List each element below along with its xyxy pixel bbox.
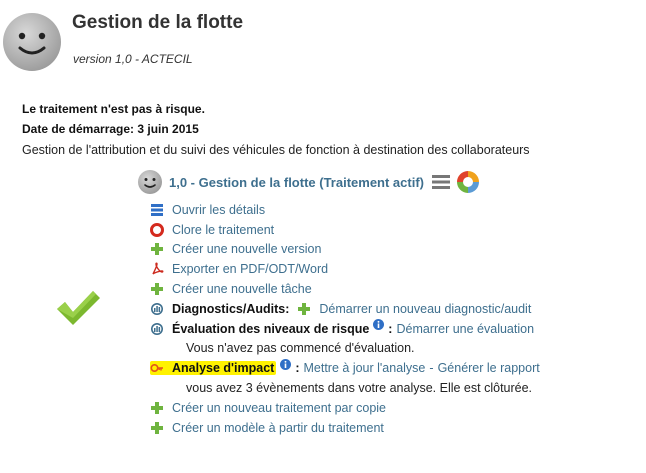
plus-icon: [151, 283, 163, 296]
colon-separator: :: [388, 321, 393, 336]
plus-icon: [151, 243, 163, 256]
plus-icon: [151, 401, 163, 414]
gauge-icon: [151, 322, 163, 335]
action-new-task[interactable]: Créer une nouvelle tâche: [150, 279, 540, 299]
colon-separator: :: [295, 361, 300, 376]
risk-evaluation-label: Évaluation des niveaux de risque: [172, 321, 370, 336]
pdf-icon: [152, 262, 164, 275]
treatment-description: Gestion de l'attribution et du suivi des…: [22, 143, 530, 157]
plus-icon: [298, 302, 311, 315]
list-icon: [151, 203, 163, 216]
impact-analysis-label: Analyse d'impact: [172, 361, 275, 376]
export-link[interactable]: Exporter en PDF/ODT/Word: [172, 262, 328, 276]
info-icon[interactable]: [373, 319, 385, 331]
generate-report-link[interactable]: Générer le rapport: [438, 361, 540, 375]
key-icon: [150, 364, 163, 373]
new-model-link[interactable]: Créer un modèle à partir du traitement: [172, 421, 384, 435]
version-text: version 1,0 - ACTECIL: [73, 52, 193, 66]
plus-icon: [151, 421, 163, 434]
dash-separator: -: [429, 361, 434, 376]
smiley-face-icon: [138, 170, 162, 194]
open-details-link[interactable]: Ouvrir les détails: [172, 203, 265, 217]
new-version-link[interactable]: Créer une nouvelle version: [172, 242, 321, 256]
close-circle-icon: [150, 222, 164, 237]
action-new-version[interactable]: Créer une nouvelle version: [150, 240, 540, 260]
color-ring-icon[interactable]: [456, 170, 480, 194]
treatment-header: 1,0 - Gestion de la flotte (Traitement a…: [137, 167, 480, 197]
hamburger-menu-icon[interactable]: [432, 174, 450, 190]
check-mark-icon: [57, 291, 100, 325]
impact-analysis-status: vous avez 3 évènements dans votre analys…: [186, 381, 533, 396]
risk-evaluation-row: Évaluation des niveaux de risque : Démar…: [150, 319, 540, 339]
update-analysis-link[interactable]: Mettre à jour l'analyse: [304, 361, 426, 375]
gauge-icon: [151, 302, 163, 315]
start-date-text: Date de démarrage: 3 juin 2015: [22, 122, 199, 136]
diagnostics-row: Diagnostics/Audits: Démarrer un nouveau …: [150, 299, 540, 319]
action-new-model[interactable]: Créer un modèle à partir du traitement: [150, 418, 540, 438]
impact-highlight: Analyse d'impact: [150, 361, 277, 376]
risk-status-text: Le traitement n'est pas à risque.: [22, 102, 205, 116]
action-new-from-copy[interactable]: Créer un nouveau traitement par copie: [150, 398, 540, 418]
impact-analysis-row: Analyse d'impact : Mettre à jour l'analy…: [150, 358, 540, 378]
close-treatment-link[interactable]: Clore le traitement: [172, 223, 274, 237]
treatment-actions: Ouvrir les détails Clore le traitement C…: [150, 200, 540, 438]
start-diagnostic-link[interactable]: Démarrer un nouveau diagnostic/audit: [319, 302, 531, 316]
action-export[interactable]: Exporter en PDF/ODT/Word: [150, 259, 540, 279]
risk-evaluation-status: Vous n'avez pas commencé d'évaluation.: [186, 341, 415, 356]
start-evaluation-link[interactable]: Démarrer une évaluation: [396, 322, 534, 336]
smiley-face-icon: [3, 13, 61, 71]
diagnostics-label: Diagnostics/Audits:: [172, 301, 290, 316]
action-open-details[interactable]: Ouvrir les détails: [150, 200, 540, 220]
info-icon[interactable]: [280, 358, 292, 370]
new-task-link[interactable]: Créer une nouvelle tâche: [172, 282, 312, 296]
treatment-title-link[interactable]: 1,0 - Gestion de la flotte (Traitement a…: [169, 175, 424, 190]
new-from-copy-link[interactable]: Créer un nouveau traitement par copie: [172, 401, 386, 415]
action-close-treatment[interactable]: Clore le traitement: [150, 220, 540, 240]
page-title: Gestion de la flotte: [72, 12, 244, 33]
